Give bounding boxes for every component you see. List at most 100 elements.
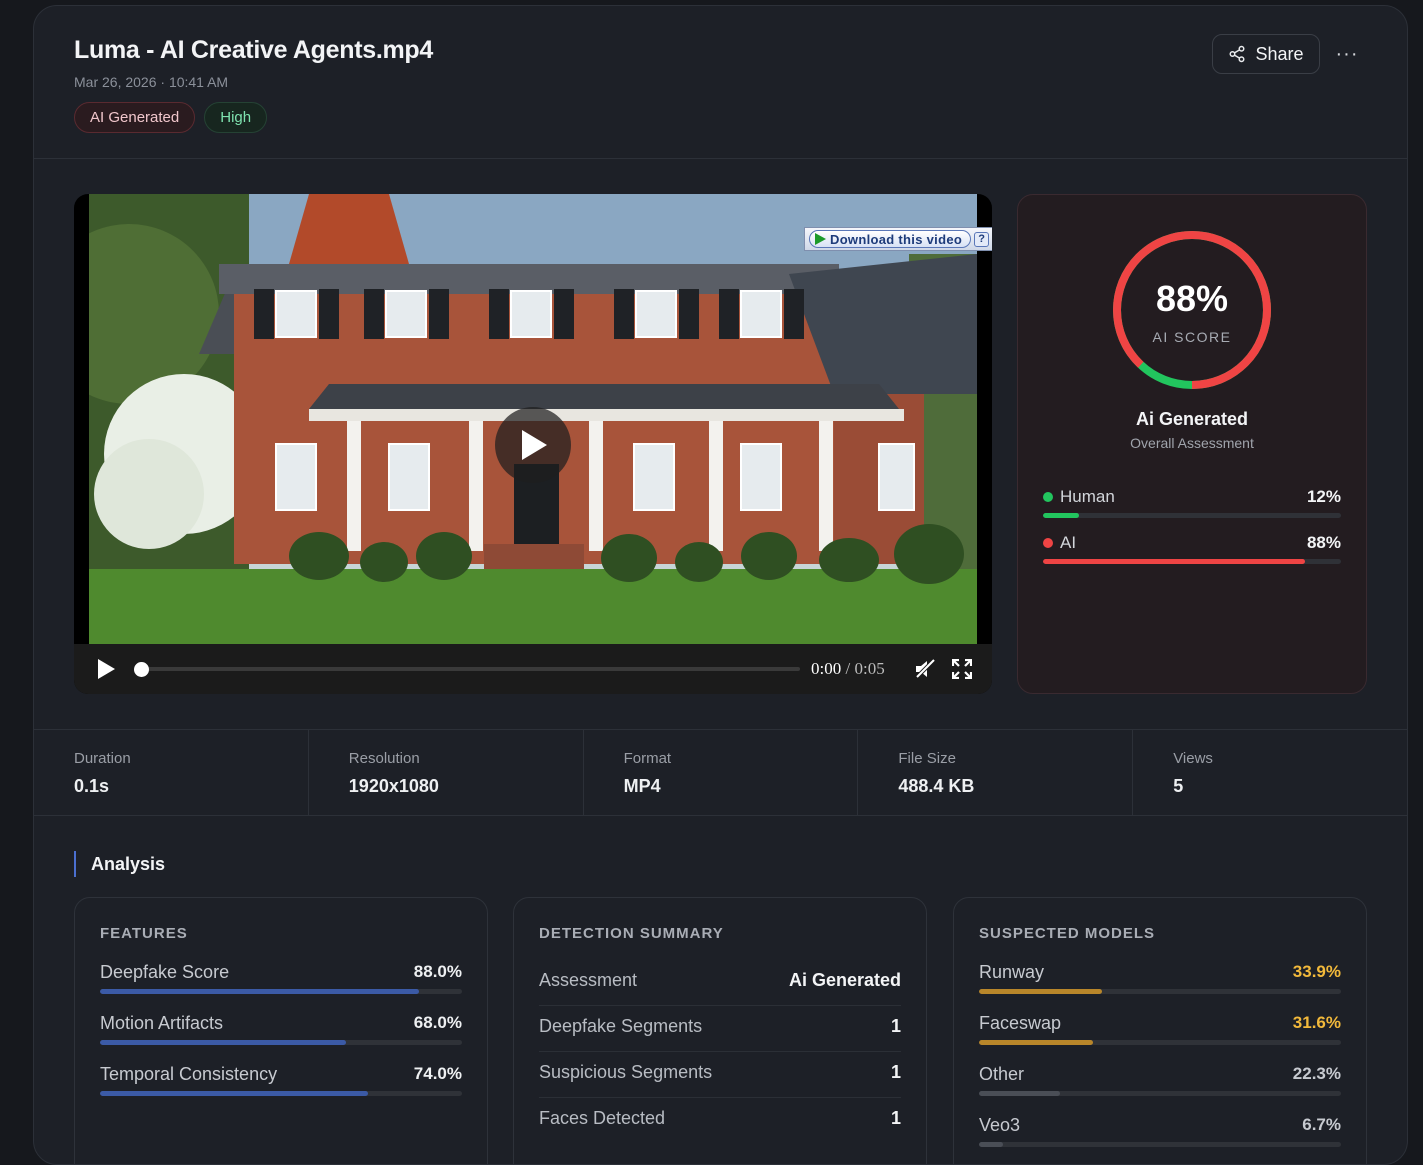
metric-bar xyxy=(100,989,462,994)
ai-name: AI xyxy=(1060,533,1077,552)
summary-label: Faces Detected xyxy=(539,1108,666,1128)
human-value: 12% xyxy=(1306,487,1341,506)
ai-score-label: AI SCORE xyxy=(1152,329,1232,345)
result-card: Luma - AI Creative Agents.mp4 Mar 26, 20… xyxy=(33,5,1408,1165)
metric-label: Temporal Consistency xyxy=(100,1064,278,1084)
play-icon xyxy=(522,430,547,460)
stat-views: Views 5 xyxy=(1133,730,1407,815)
human-name: Human xyxy=(1060,487,1115,506)
total-duration: 0:05 xyxy=(854,659,885,678)
metric-label: Motion Artifacts xyxy=(100,1013,224,1033)
metric-label: Veo3 xyxy=(979,1115,1021,1135)
suspected-models-panel: SUSPECTED MODELS Runway 33.9% Faceswap 3… xyxy=(953,897,1367,1164)
video-controls: 0:00 / 0:05 xyxy=(74,644,992,694)
stat-value: 1920x1080 xyxy=(348,776,439,796)
metric-bar-fill xyxy=(979,1091,1060,1096)
stat-format: Format MP4 xyxy=(584,730,859,815)
metric-value: 88.0% xyxy=(413,962,462,981)
stat-value: 488.4 KB xyxy=(898,776,975,796)
verdict-subtitle: Overall Assessment xyxy=(1130,435,1254,451)
time-display: 0:00 / 0:05 xyxy=(811,659,885,679)
summary-label: Suspicious Segments xyxy=(539,1062,713,1082)
share-icon xyxy=(1229,45,1245,63)
current-time: 0:00 xyxy=(811,659,842,678)
metric-bar xyxy=(979,1040,1341,1045)
download-video-button[interactable]: Download this video xyxy=(809,230,972,248)
metric-bar-fill xyxy=(100,1091,368,1096)
features-panel: FEATURES Deepfake Score 88.0% Motion Art… xyxy=(74,897,488,1164)
metric-label: Faceswap xyxy=(979,1013,1062,1033)
more-options-button[interactable]: ··· xyxy=(1330,36,1364,72)
ai-label: AI xyxy=(1043,533,1076,553)
confidence-badge: High xyxy=(204,102,268,133)
summary-value: Ai Generated xyxy=(788,970,901,990)
stat-label: Resolution xyxy=(348,750,420,767)
analysis-heading: Analysis xyxy=(74,851,165,877)
ai-bar xyxy=(1043,559,1341,564)
stat-duration: Duration 0.1s xyxy=(34,730,309,815)
stat-label: Views xyxy=(1173,750,1213,767)
metric-label: Deepfake Score xyxy=(100,962,230,982)
features-title: FEATURES xyxy=(100,925,188,942)
metric-value: 33.9% xyxy=(1292,962,1341,981)
big-play-button[interactable] xyxy=(495,407,571,483)
download-label: Download this video xyxy=(830,231,963,247)
summary-value: 1 xyxy=(890,1016,901,1036)
badges: AI Generated High xyxy=(74,102,268,133)
stat-label: Format xyxy=(623,750,672,767)
metric-value: 31.6% xyxy=(1292,1013,1341,1032)
ai-score-value: 88% xyxy=(1155,278,1229,319)
ai-score-panel: 88% AI SCORE Ai Generated Overall Assess… xyxy=(1017,194,1367,694)
summary-row-faces-detected: Faces Detected 1 xyxy=(539,1098,901,1144)
file-title: Luma - AI Creative Agents.mp4 xyxy=(74,36,433,64)
models-title: SUSPECTED MODELS xyxy=(979,925,1156,942)
download-toolbar: Download this video ? x xyxy=(804,227,992,251)
metric-label: Other xyxy=(979,1064,1025,1084)
metric-bar-fill xyxy=(100,1040,347,1045)
mute-icon[interactable] xyxy=(914,659,936,679)
stat-value: 0.1s xyxy=(74,776,110,796)
header: Luma - AI Creative Agents.mp4 Mar 26, 20… xyxy=(34,6,1407,159)
metric-bar xyxy=(100,1091,462,1096)
summary-title: DETECTION SUMMARY xyxy=(539,925,724,942)
seek-handle[interactable] xyxy=(134,662,149,677)
metric-bar-fill xyxy=(979,989,1102,994)
metric-bar xyxy=(979,1091,1341,1096)
download-play-icon xyxy=(815,233,826,245)
summary-row-deepfake-segments: Deepfake Segments 1 xyxy=(539,1006,901,1052)
upload-date: Mar 26, 2026 · 10:41 AM xyxy=(74,74,229,90)
metric-value: 74.0% xyxy=(413,1064,462,1083)
metric-value: 22.3% xyxy=(1292,1064,1341,1083)
stat-value: 5 xyxy=(1173,776,1184,796)
summary-row-assessment: Assessment Ai Generated xyxy=(539,960,901,1006)
metric-bar xyxy=(100,1040,462,1045)
share-button[interactable]: Share xyxy=(1212,34,1320,74)
video-player[interactable]: Download this video ? x 0:00 / 0:05 xyxy=(74,194,992,694)
summary-label: Assessment xyxy=(539,970,638,990)
metric-bar-fill xyxy=(100,989,419,994)
metric-label: Runway xyxy=(979,962,1045,982)
human-dot xyxy=(1043,492,1053,502)
human-bar-fill xyxy=(1043,513,1079,518)
human-bar xyxy=(1043,513,1341,518)
stat-file-size: File Size 488.4 KB xyxy=(858,730,1134,815)
metric-value: 6.7% xyxy=(1302,1115,1341,1134)
stat-resolution: Resolution 1920x1080 xyxy=(309,730,584,815)
download-help-button[interactable]: ? xyxy=(974,231,990,247)
stat-label: Duration xyxy=(74,750,131,767)
ai-value: 88% xyxy=(1306,533,1341,552)
metric-bar-fill xyxy=(979,1040,1094,1045)
metric-value: 68.0% xyxy=(413,1013,462,1032)
metric-bar xyxy=(979,1142,1341,1147)
fullscreen-icon[interactable] xyxy=(952,659,972,679)
metric-bar-fill xyxy=(979,1142,1004,1147)
time-separator: / xyxy=(845,659,851,678)
detection-summary-panel: DETECTION SUMMARY Assessment Ai Generate… xyxy=(513,897,927,1164)
summary-label: Deepfake Segments xyxy=(539,1016,703,1036)
verdict: Ai Generated xyxy=(1135,409,1249,429)
play-pause-button[interactable] xyxy=(97,659,115,679)
seek-bar[interactable] xyxy=(140,667,800,671)
summary-value: 1 xyxy=(890,1062,901,1082)
ai-bar-fill xyxy=(1043,559,1306,564)
metric-bar xyxy=(979,989,1341,994)
